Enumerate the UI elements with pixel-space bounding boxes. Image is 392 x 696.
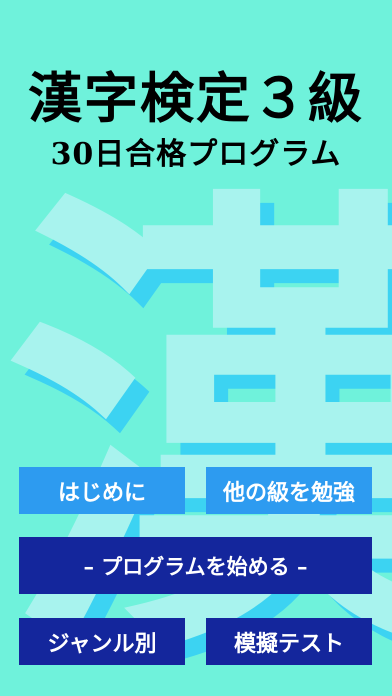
app-subtitle: 30日合格プログラム (50, 137, 342, 172)
start-program-button[interactable]: – プログラムを始める – (19, 537, 372, 594)
app-title: 漢字検定３級 (28, 66, 364, 130)
by-genre-button[interactable]: ジャンル別 (19, 618, 185, 665)
mock-test-button[interactable]: 模擬テスト (206, 618, 372, 665)
other-grade-button[interactable]: 他の級を勉強 (206, 467, 372, 514)
background-kanji-front: 漢 (4, 156, 392, 696)
intro-button[interactable]: はじめに (19, 467, 185, 514)
